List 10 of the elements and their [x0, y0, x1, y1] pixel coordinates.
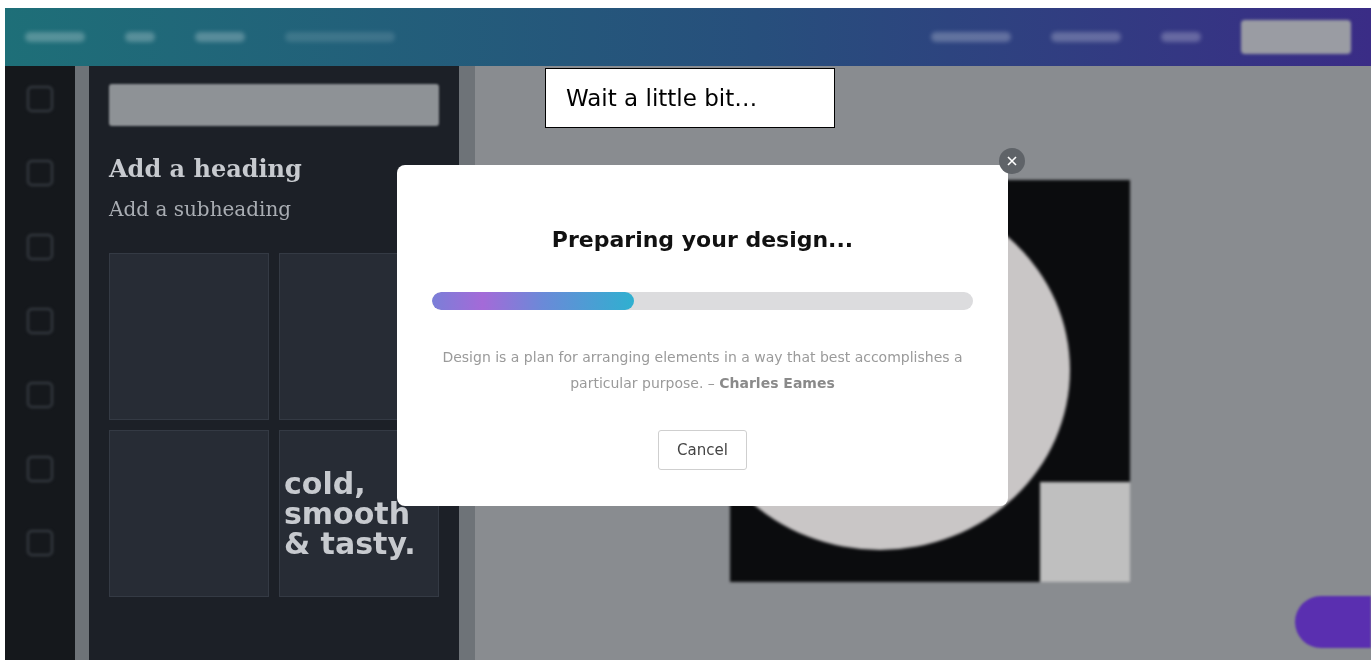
design-quote: Design is a plan for arranging elements in a way that best accomplishes a particular purpose. – Charles Eames: [441, 348, 964, 393]
dialog-title: Preparing your design...: [551, 227, 854, 252]
text-sample: cold, smooth & tasty.: [284, 468, 417, 559]
scrollbar[interactable]: [75, 66, 89, 660]
cancel-button[interactable]: Cancel: [658, 430, 747, 470]
callout-note: Wait a little bit…: [545, 68, 835, 128]
close-icon: [1007, 156, 1017, 166]
download-button[interactable]: [1241, 20, 1351, 54]
search-field[interactable]: [109, 84, 439, 126]
help-button[interactable]: [1295, 596, 1371, 648]
